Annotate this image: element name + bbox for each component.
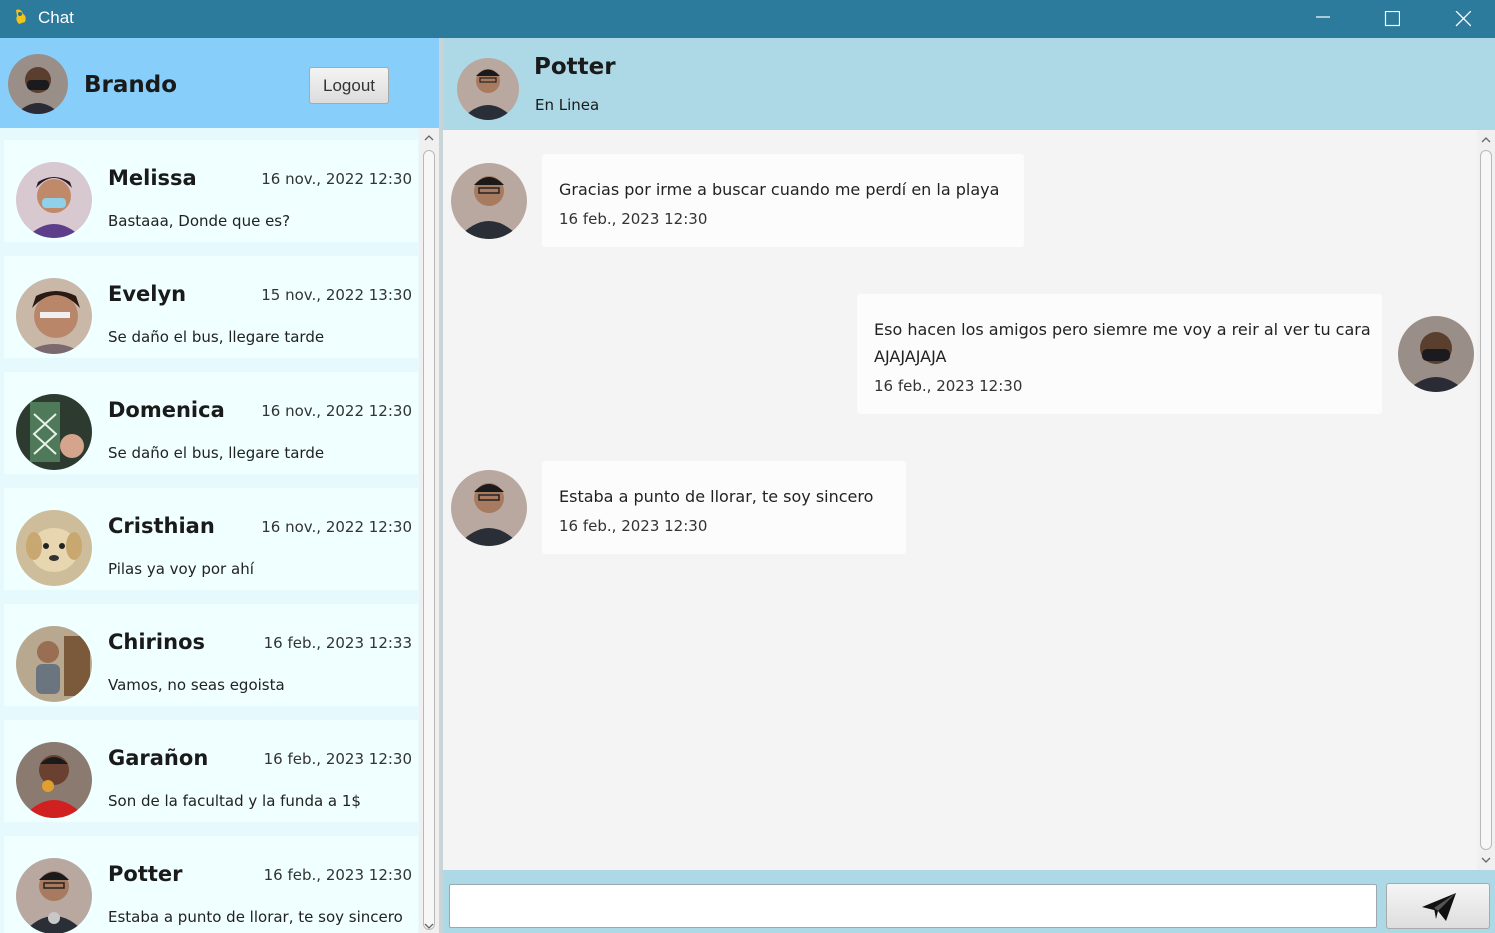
title-bar: Chat xyxy=(0,0,1495,38)
contact-name: Garañon xyxy=(108,746,209,770)
contact-name: Cristhian xyxy=(108,514,215,538)
contact-last-message: Se daño el bus, llegare tarde xyxy=(108,444,325,462)
message-bubble-outgoing: Eso hacen los amigos pero siemre me voy … xyxy=(857,294,1382,414)
user-header: Brando Logout xyxy=(0,38,440,128)
contact-item-evelyn[interactable]: Evelyn 15 nov., 2022 13:30 Se daño el bu… xyxy=(4,256,418,358)
avatar xyxy=(8,54,68,114)
logout-button[interactable]: Logout xyxy=(309,67,389,104)
avatar xyxy=(16,626,92,702)
avatar xyxy=(457,58,519,120)
message-area: Gracias por irme a buscar cuando me perd… xyxy=(443,130,1477,870)
maximize-icon xyxy=(1384,11,1400,27)
composer-bar xyxy=(443,870,1495,933)
avatar xyxy=(16,742,92,818)
avatar xyxy=(1398,316,1474,392)
avatar xyxy=(16,278,92,354)
contact-last-message: Bastaaa, Donde que es? xyxy=(108,212,291,230)
scrollbar-thumb[interactable] xyxy=(423,150,435,930)
close-icon xyxy=(1455,11,1471,27)
contact-time: 16 feb., 2023 12:30 xyxy=(263,750,412,768)
contact-name: Potter xyxy=(108,862,183,886)
message-input[interactable] xyxy=(449,884,1377,928)
contact-name: Domenica xyxy=(108,398,225,422)
scrollbar-thumb[interactable] xyxy=(1480,150,1492,850)
contact-time: 16 feb., 2023 12:33 xyxy=(263,634,412,652)
contact-time: 16 feb., 2023 12:30 xyxy=(263,866,412,884)
avatar xyxy=(16,858,92,933)
message-text: Estaba a punto de llorar, te soy sincero xyxy=(559,487,874,506)
message-bubble-incoming: Gracias por irme a buscar cuando me perd… xyxy=(542,154,1024,247)
contact-item-garanon[interactable]: Garañon 16 feb., 2023 12:30 Son de la fa… xyxy=(4,720,418,822)
contact-list: Melissa 16 nov., 2022 12:30 Bastaaa, Don… xyxy=(0,128,440,933)
contact-last-message: Estaba a punto de llorar, te soy sincero xyxy=(108,908,403,926)
contact-item-potter[interactable]: Potter 16 feb., 2023 12:30 Estaba a punt… xyxy=(4,836,418,933)
avatar xyxy=(451,163,527,239)
message-time: 16 feb., 2023 12:30 xyxy=(559,517,708,535)
message-bubble-incoming: Estaba a punto de llorar, te soy sincero… xyxy=(542,461,906,554)
contact-item-chirinos[interactable]: Chirinos 16 feb., 2023 12:33 Vamos, no s… xyxy=(4,604,418,706)
avatar xyxy=(16,510,92,586)
contact-last-message: Se daño el bus, llegare tarde xyxy=(108,328,325,346)
chat-status: En Linea xyxy=(535,96,600,114)
message-text: Eso hacen los amigos pero siemre me voy … xyxy=(874,320,1371,366)
contact-list-scrollbar[interactable] xyxy=(419,128,439,933)
message-time: 16 feb., 2023 12:30 xyxy=(874,377,1023,395)
contact-time: 16 nov., 2022 12:30 xyxy=(261,170,412,188)
minimize-icon xyxy=(1316,16,1330,18)
contact-time: 16 nov., 2022 12:30 xyxy=(261,518,412,536)
avatar xyxy=(16,162,92,238)
chat-app-icon xyxy=(13,8,29,26)
contact-item-melissa[interactable]: Melissa 16 nov., 2022 12:30 Bastaaa, Don… xyxy=(4,140,418,242)
message-text: Gracias por irme a buscar cuando me perd… xyxy=(559,180,1000,199)
avatar xyxy=(16,394,92,470)
contact-last-message: Pilas ya voy por ahí xyxy=(108,560,254,578)
scroll-up-icon[interactable] xyxy=(1481,136,1491,144)
contact-time: 15 nov., 2022 13:30 xyxy=(261,286,412,304)
scroll-down-icon[interactable] xyxy=(1481,856,1491,864)
user-name: Brando xyxy=(84,72,178,98)
chat-header: Potter En Linea xyxy=(443,38,1495,130)
scroll-up-icon[interactable] xyxy=(424,134,434,142)
maximize-button[interactable] xyxy=(1369,0,1415,38)
avatar xyxy=(451,470,527,546)
send-button[interactable] xyxy=(1386,883,1490,929)
message-time: 16 feb., 2023 12:30 xyxy=(559,210,708,228)
contact-name: Evelyn xyxy=(108,282,187,306)
chat-contact-name: Potter xyxy=(534,54,616,80)
scroll-down-icon[interactable] xyxy=(424,922,434,930)
window-title: Chat xyxy=(38,8,74,27)
contact-last-message: Son de la facultad y la funda a 1$ xyxy=(108,792,361,810)
minimize-button[interactable] xyxy=(1300,0,1346,38)
contact-item-domenica[interactable]: Domenica 16 nov., 2022 12:30 Se daño el … xyxy=(4,372,418,474)
message-area-scrollbar[interactable] xyxy=(1477,130,1495,870)
close-button[interactable] xyxy=(1440,0,1486,38)
paper-plane-icon xyxy=(1422,893,1456,921)
contact-last-message: Vamos, no seas egoista xyxy=(108,676,285,694)
contact-item-cristhian[interactable]: Cristhian 16 nov., 2022 12:30 Pilas ya v… xyxy=(4,488,418,590)
contact-time: 16 nov., 2022 12:30 xyxy=(261,402,412,420)
contact-name: Melissa xyxy=(108,166,197,190)
contact-name: Chirinos xyxy=(108,630,205,654)
